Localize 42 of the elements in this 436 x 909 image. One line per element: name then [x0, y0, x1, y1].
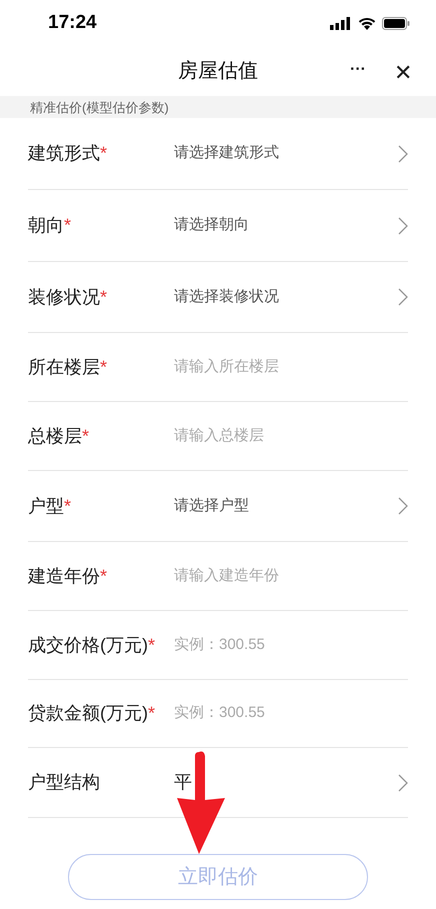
chevron-right-icon — [398, 497, 408, 515]
required-asterisk: * — [100, 286, 108, 308]
input-field[interactable]: 实例：300.55 — [174, 634, 408, 656]
page-title: 房屋估值 — [178, 59, 258, 84]
field-label: 总楼层 — [28, 424, 82, 448]
chevron-right-icon — [398, 288, 408, 306]
select-field[interactable]: 请选择朝向 — [174, 214, 398, 237]
required-asterisk: * — [148, 702, 156, 725]
wifi-icon — [358, 16, 376, 30]
input-field[interactable]: 请输入总楼层 — [174, 424, 408, 448]
required-asterisk: * — [82, 424, 90, 448]
field-label: 贷款金额(万元) — [28, 702, 148, 725]
input-field[interactable]: 请输入建造年份 — [174, 564, 408, 588]
required-asterisk: * — [64, 214, 72, 237]
select-field[interactable]: 请选择户型 — [174, 494, 398, 518]
input-field[interactable]: 请输入所在楼层 — [174, 356, 408, 378]
select-field[interactable]: 请选择装修状况 — [174, 286, 398, 308]
field-label: 建筑形式 — [28, 142, 100, 165]
section-title: 精准估价(模型估价参数) — [30, 100, 169, 114]
close-button[interactable]: ✕ — [394, 56, 412, 89]
field-label: 朝向 — [28, 214, 64, 237]
required-asterisk: * — [148, 634, 156, 656]
required-asterisk: * — [100, 142, 108, 165]
chevron-right-icon — [398, 144, 408, 162]
status-time: 17:24 — [48, 10, 97, 35]
field-label: 户型 — [28, 494, 64, 518]
input-field[interactable]: 实例：300.55 — [174, 702, 408, 725]
field-label: 成交价格(万元) — [28, 634, 148, 657]
battery-icon — [382, 16, 410, 30]
required-asterisk: * — [64, 494, 72, 518]
chevron-right-icon — [398, 774, 408, 792]
field-label: 户型结构 — [28, 771, 100, 794]
field-label: 装修状况 — [28, 286, 100, 308]
more-button[interactable]: ··· — [350, 58, 366, 82]
select-field[interactable]: 请选择建筑形式 — [174, 142, 398, 165]
chevron-right-icon — [398, 216, 408, 234]
required-asterisk: * — [100, 356, 108, 378]
required-asterisk: * — [100, 564, 108, 588]
select-field[interactable]: 平 — [174, 769, 398, 796]
field-label: 所在楼层 — [28, 356, 100, 378]
signal-icon — [330, 16, 352, 30]
field-label: 建造年份 — [28, 564, 100, 588]
